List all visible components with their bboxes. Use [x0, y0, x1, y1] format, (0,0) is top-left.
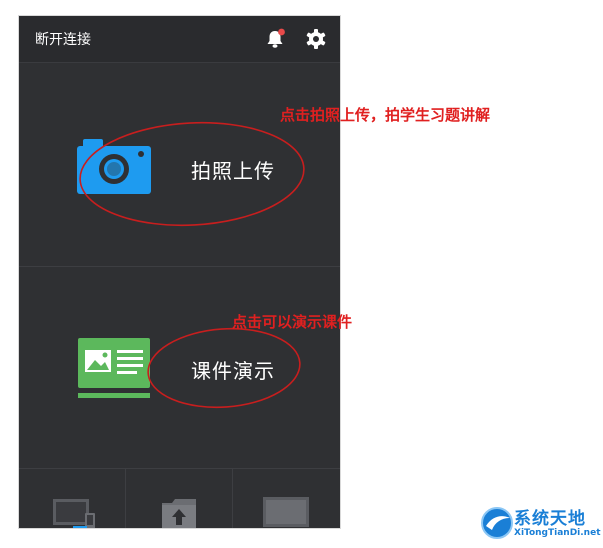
monitor-icon: [263, 497, 309, 527]
watermark-logo-icon: [481, 507, 513, 539]
tab-devices[interactable]: [19, 469, 126, 528]
phone-screen: 断开连接 拍照上传 课件演示: [19, 16, 340, 528]
slideshow-panel[interactable]: 课件演示: [19, 267, 340, 468]
bell-icon[interactable]: [264, 28, 286, 50]
slideshow-icon: [78, 338, 150, 398]
watermark: 系统天地 XiTongTianDi.net: [478, 500, 603, 546]
camera-icon: [77, 139, 151, 194]
photo-upload-panel[interactable]: 拍照上传: [19, 63, 340, 266]
watermark-subtitle: XiTongTianDi.net: [514, 528, 601, 538]
watermark-title: 系统天地: [514, 509, 586, 529]
tab-upload[interactable]: [126, 469, 233, 528]
gear-icon[interactable]: [305, 28, 327, 50]
top-bar: 断开连接: [19, 16, 340, 63]
slides-annotation-text: 点击可以演示课件: [232, 313, 353, 331]
photo-upload-label: 拍照上传: [191, 159, 275, 183]
disconnect-button[interactable]: 断开连接: [35, 29, 91, 49]
tab-screen[interactable]: [233, 469, 340, 528]
devices-icon: [53, 499, 95, 528]
folder-upload-icon: [162, 499, 196, 528]
bottom-toolbar: [19, 468, 340, 528]
slideshow-label: 课件演示: [191, 359, 275, 383]
photo-annotation-text: 点击拍照上传，拍学生习题讲解: [280, 106, 491, 124]
